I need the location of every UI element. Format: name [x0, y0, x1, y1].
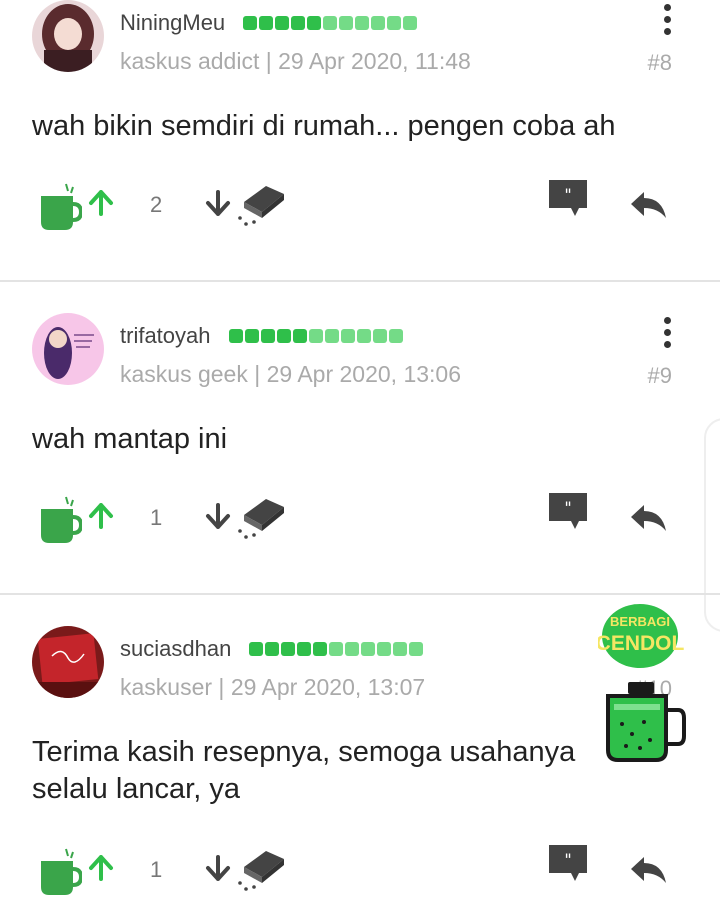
post-divider — [0, 593, 720, 595]
upvote-arrow-icon[interactable] — [88, 503, 114, 529]
svg-text:": " — [564, 498, 571, 517]
post-actions: 2 " — [0, 178, 720, 234]
downvote-arrow-icon[interactable] — [205, 503, 231, 529]
more-options-icon[interactable] — [664, 4, 672, 40]
bata-icon[interactable] — [234, 493, 286, 541]
downvote-arrow-icon[interactable] — [205, 190, 231, 216]
reply-icon[interactable] — [628, 853, 668, 885]
reputation-bar — [249, 642, 423, 656]
cendol-icon[interactable] — [38, 847, 82, 897]
sticker-line-1: BERBAGI — [610, 614, 670, 629]
avatar[interactable] — [32, 313, 104, 385]
post-actions: 1 " — [0, 843, 720, 899]
post-meta: kaskus addict | 29 Apr 2020, 11:48 — [120, 48, 471, 74]
berbagi-cendol-button[interactable]: BERBAGI CENDOL — [598, 600, 690, 766]
post-actions: 1 " — [0, 491, 720, 547]
user-rank: kaskus geek — [120, 361, 248, 387]
post-date: 29 Apr 2020, 13:06 — [266, 361, 462, 387]
post-divider — [0, 280, 720, 282]
reputation-bar — [243, 16, 417, 30]
more-options-icon[interactable] — [664, 317, 672, 353]
post-date: 29 Apr 2020, 13:07 — [230, 674, 426, 700]
vote-count: 1 — [150, 505, 163, 530]
post-body: wah bikin semdiri di rumah... pengen cob… — [32, 110, 616, 142]
cendol-icon[interactable] — [38, 495, 82, 545]
vote-count: 1 — [150, 857, 163, 882]
post-number[interactable]: #8 — [648, 50, 672, 76]
upvote-arrow-icon[interactable] — [88, 855, 114, 881]
avatar[interactable] — [32, 0, 104, 72]
svg-text:": " — [564, 850, 571, 869]
user-rank: kaskuser — [120, 674, 213, 700]
post-meta: kaskus geek | 29 Apr 2020, 13:06 — [120, 361, 462, 387]
quote-icon[interactable]: " — [547, 178, 589, 220]
username[interactable]: trifatoyah — [120, 323, 211, 349]
sticker-line-2: CENDOL — [598, 632, 685, 655]
user-rank: kaskus addict — [120, 48, 260, 74]
bata-icon[interactable] — [234, 845, 286, 893]
reputation-bar — [229, 329, 403, 343]
downvote-arrow-icon[interactable] — [205, 855, 231, 881]
post-body: wah mantap ini — [32, 423, 228, 455]
username[interactable]: NiningMeu — [120, 10, 225, 36]
quote-icon[interactable]: " — [547, 843, 589, 885]
bata-icon[interactable] — [234, 180, 286, 228]
post-date: 29 Apr 2020, 11:48 — [278, 48, 471, 74]
post-number[interactable]: #9 — [648, 363, 672, 389]
username[interactable]: suciasdhan — [120, 636, 231, 662]
post-meta: kaskuser | 29 Apr 2020, 13:07 — [120, 674, 426, 700]
upvote-arrow-icon[interactable] — [88, 190, 114, 216]
avatar[interactable] — [32, 626, 104, 698]
cendol-icon[interactable] — [38, 182, 82, 232]
svg-text:": " — [564, 185, 571, 204]
post-body: Terima kasih resepnya, semoga usahanya s… — [32, 736, 576, 805]
quote-icon[interactable]: " — [547, 491, 589, 533]
reply-icon[interactable] — [628, 501, 668, 533]
reply-icon[interactable] — [628, 188, 668, 220]
vote-count: 2 — [150, 192, 163, 217]
